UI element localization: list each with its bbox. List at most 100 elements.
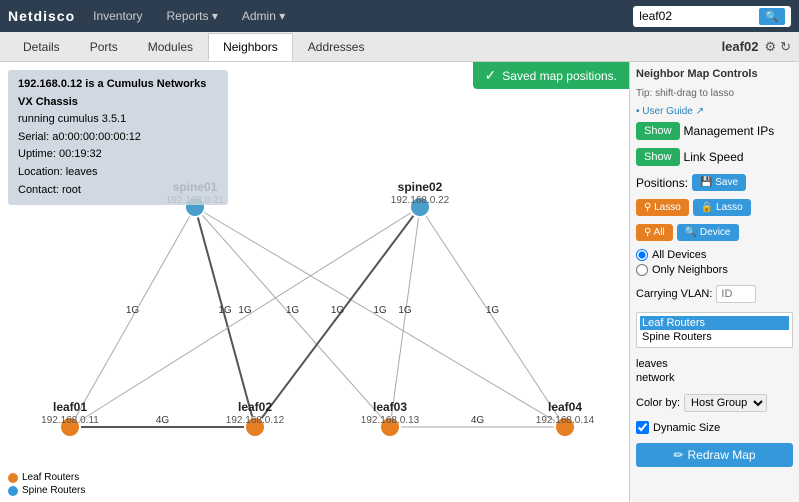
info-line-3: Location: leaves [18, 164, 218, 182]
node-leaf03[interactable]: leaf03192.168.0.13 [361, 400, 420, 437]
radio-neighbors-input[interactable] [636, 264, 648, 276]
legend-leaf-label: Leaf Routers [22, 472, 79, 483]
legend-spine-label: Spine Routers [22, 485, 85, 496]
show-management-row: Show Management IPs [636, 122, 793, 140]
svg-text:spine02: spine02 [398, 180, 443, 194]
check-icon: ✓ [485, 67, 497, 84]
radio-all-devices[interactable]: All Devices [636, 249, 793, 261]
nav-admin[interactable]: Admin ▾ [236, 9, 291, 23]
node-leaf02[interactable]: leaf02192.168.0.12 [226, 400, 285, 437]
svg-text:1G: 1G [331, 305, 345, 316]
svg-text:leaf03: leaf03 [373, 400, 407, 414]
tab-neighbors[interactable]: Neighbors [208, 33, 293, 61]
color-row: Color by: Host Group [636, 394, 793, 412]
color-by-select[interactable]: Host Group [684, 394, 767, 412]
dynamic-size-checkbox[interactable] [636, 421, 649, 434]
group-spine-routers[interactable]: Spine Routers [640, 330, 789, 344]
tab-ports[interactable]: Ports [75, 33, 133, 60]
dynamic-size-label: Dynamic Size [653, 422, 720, 434]
svg-text:leaf01: leaf01 [53, 400, 87, 414]
saved-text: Saved map positions. [502, 69, 617, 83]
search-wrap: 🔍 [633, 6, 791, 27]
redraw-map-btn[interactable]: ✏ Redraw Map [636, 443, 793, 467]
panel-tip: Tip: shift-drag to lasso [636, 87, 793, 101]
group-leaf-routers[interactable]: Leaf Routers [640, 316, 789, 330]
svg-text:192.168.0.13: 192.168.0.13 [361, 415, 420, 426]
info-line-0: running cumulus 3.5.1 [18, 111, 218, 129]
lasso-btn-1[interactable]: ⚲ Lasso [636, 199, 689, 216]
svg-text:192.168.0.14: 192.168.0.14 [536, 415, 595, 426]
device-info-box: 192.168.0.12 is a Cumulus Networks VX Ch… [8, 70, 228, 205]
info-line-1: Serial: a0:00:00:00:00:12 [18, 129, 218, 147]
svg-text:1G: 1G [398, 305, 412, 316]
vlan-input[interactable] [716, 285, 756, 303]
filter-leaves[interactable]: leaves [636, 357, 793, 371]
tabs-bar: Details Ports Modules Neighbors Addresse… [0, 32, 799, 62]
svg-text:192.168.0.22: 192.168.0.22 [391, 195, 450, 206]
search-input[interactable] [639, 9, 759, 23]
svg-text:4G: 4G [471, 415, 485, 426]
legend-spine-dot [8, 486, 18, 496]
tab-details[interactable]: Details [8, 33, 75, 60]
search-button[interactable]: 🔍 [759, 8, 785, 25]
dynamic-size-row: Dynamic Size [636, 421, 793, 434]
tab-modules[interactable]: Modules [133, 33, 208, 60]
vlan-label: Carrying VLAN: [636, 288, 712, 300]
positions-row: Positions: 💾 Save [636, 174, 793, 191]
svg-text:1G: 1G [486, 305, 500, 316]
lasso-btn-2[interactable]: 🔒 Lasso [693, 199, 751, 216]
node-leaf01[interactable]: leaf01192.168.0.11 [41, 400, 99, 437]
svg-text:leaf04: leaf04 [548, 400, 582, 414]
lasso-row: ⚲ Lasso 🔒 Lasso [636, 199, 793, 216]
linkspeed-label: Link Speed [684, 150, 744, 164]
radio-group: All Devices Only Neighbors [636, 249, 793, 276]
user-guide-link[interactable]: • User Guide ↗ [636, 106, 793, 117]
app-logo: Netdisco [8, 8, 75, 24]
info-line-4: Contact: root [18, 182, 218, 200]
map-area[interactable]: ✓ Saved map positions. 192.168.0.12 is a… [0, 62, 629, 502]
filter-network[interactable]: network [636, 371, 793, 385]
svg-text:1G: 1G [373, 305, 387, 316]
radio-all-input[interactable] [636, 249, 648, 261]
positions-save-btn[interactable]: 💾 Save [692, 174, 746, 191]
svg-text:1G: 1G [286, 305, 300, 316]
legend-leaf: Leaf Routers [8, 472, 85, 483]
map-controls-icon[interactable]: ⚙ [764, 39, 776, 55]
vlan-row: Carrying VLAN: [636, 285, 793, 303]
show-linkspeed-row: Show Link Speed [636, 148, 793, 166]
svg-text:1G: 1G [126, 305, 140, 316]
filter-list: leaves network [636, 357, 793, 385]
all-device-row: ⚲ All 🔍 Device [636, 224, 793, 241]
color-by-label: Color by: [636, 397, 680, 409]
map-legend: Leaf Routers Spine Routers [8, 472, 85, 496]
management-label: Management IPs [684, 124, 775, 138]
show-linkspeed-btn[interactable]: Show [636, 148, 680, 166]
node-leaf04[interactable]: leaf04192.168.0.14 [536, 400, 595, 437]
group-list[interactable]: Leaf Routers Spine Routers [636, 312, 793, 348]
active-device-name: leaf02 [722, 39, 759, 54]
svg-text:leaf02: leaf02 [238, 400, 272, 414]
info-line-2: Uptime: 00:19:32 [18, 146, 218, 164]
svg-text:1G: 1G [218, 305, 232, 316]
tab-addresses[interactable]: Addresses [293, 33, 380, 60]
info-title: 192.168.0.12 is a Cumulus Networks VX Ch… [18, 76, 218, 111]
legend-spine: Spine Routers [8, 485, 85, 496]
nav-reports[interactable]: Reports ▾ [160, 9, 223, 23]
device-btn[interactable]: 🔍 Device [677, 224, 739, 241]
topbar: Netdisco Inventory Reports ▾ Admin ▾ 🔍 [0, 0, 799, 32]
svg-text:192.168.0.11: 192.168.0.11 [41, 415, 99, 426]
all-btn[interactable]: ⚲ All [636, 224, 673, 241]
refresh-icon[interactable]: ↻ [780, 39, 791, 55]
nav-inventory[interactable]: Inventory [87, 9, 148, 23]
node-spine02[interactable]: spine02192.168.0.22 [391, 180, 450, 217]
radio-only-neighbors[interactable]: Only Neighbors [636, 264, 793, 276]
svg-text:4G: 4G [156, 415, 170, 426]
svg-text:1G: 1G [238, 305, 252, 316]
legend-leaf-dot [8, 473, 18, 483]
panel-title: Neighbor Map Controls [636, 68, 793, 80]
main-layout: ✓ Saved map positions. 192.168.0.12 is a… [0, 62, 799, 502]
show-management-btn[interactable]: Show [636, 122, 680, 140]
positions-label: Positions: [636, 176, 688, 190]
right-panel: Neighbor Map Controls Tip: shift-drag to… [629, 62, 799, 502]
saved-notice: ✓ Saved map positions. [473, 62, 629, 89]
